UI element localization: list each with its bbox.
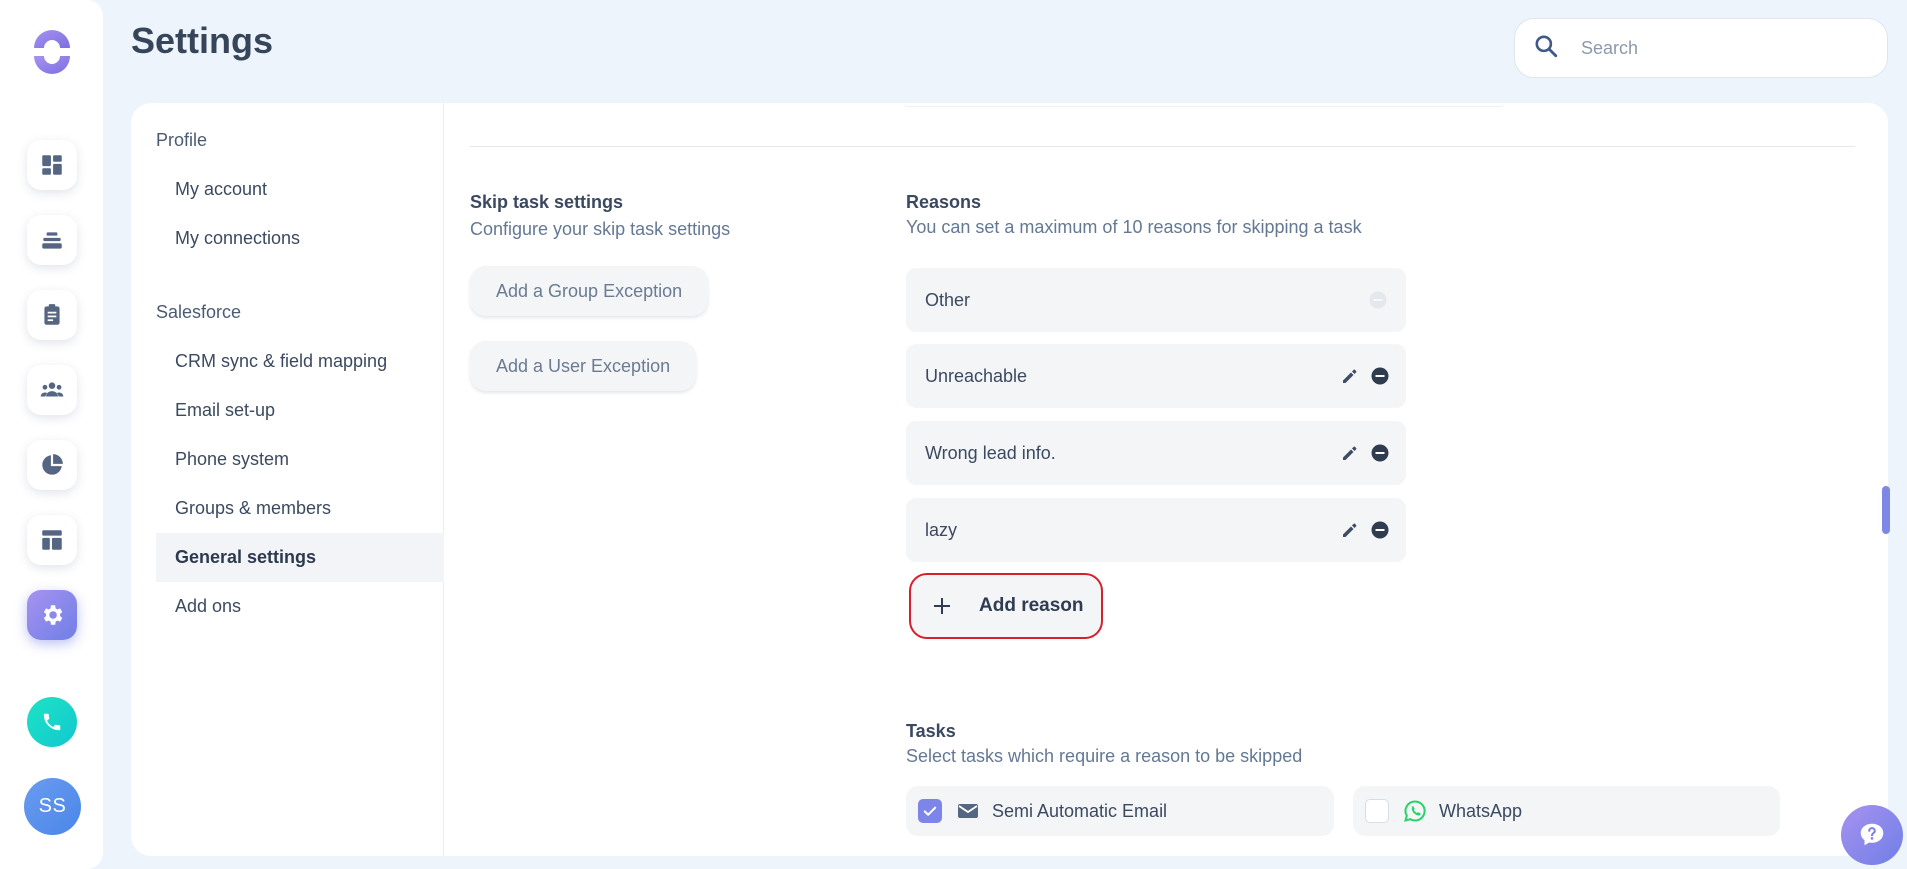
stack-icon[interactable] [27,215,77,265]
edit-icon[interactable] [1340,366,1360,386]
page-title: Settings [131,20,274,61]
reason-label: lazy [925,519,958,540]
reasons-title: Reasons [906,192,982,212]
help-icon [1860,823,1884,846]
search-icon [1533,33,1559,64]
settings-subnav: Profile My account My connections Salesf… [131,103,444,856]
remove-icon[interactable] [1370,443,1390,463]
skip-task-subtitle: Configure your skip task settings [470,219,731,239]
task-checkbox[interactable] [1365,799,1389,823]
scrollbar-thumb[interactable] [1882,486,1890,534]
add-user-exception-button[interactable]: Add a User Exception [470,341,697,391]
logo-icon[interactable] [28,28,76,76]
task-option-semi-automatic-email[interactable]: Semi Automatic Email [906,786,1334,836]
subnav-item-my-connections[interactable]: My connections [156,214,444,263]
add-reason-label: Add reason [979,595,1084,616]
remove-icon [1368,290,1388,310]
whatsapp-icon [1403,799,1427,823]
reason-row: Wrong lead info. [906,421,1406,485]
tasks-subtitle: Select tasks which require a reason to b… [906,746,1303,766]
remove-icon[interactable] [1370,520,1390,540]
subnav-item-general-settings[interactable]: General settings [156,533,444,582]
gear-icon[interactable] [27,590,77,640]
subnav-item-phone-system[interactable]: Phone system [156,435,444,484]
search-input[interactable] [1581,37,1841,59]
task-option-whatsapp[interactable]: WhatsApp [1353,786,1780,836]
reason-row: Other [906,268,1406,332]
collapsed-panel-edge [904,103,1504,107]
task-label: WhatsApp [1439,800,1523,821]
tasks-title: Tasks [906,721,956,741]
settings-card: Profile My account My connections Salesf… [131,103,1888,856]
section-divider [470,146,1855,147]
left-rail: SS [0,0,103,869]
reason-label: Wrong lead info. [925,442,1056,463]
subnav-group-profile: Profile [156,130,208,150]
remove-icon[interactable] [1370,366,1390,386]
task-checkbox[interactable] [918,799,942,823]
help-chat-button[interactable] [1841,805,1903,865]
reason-label: Unreachable [925,365,1028,386]
task-label: Semi Automatic Email [992,800,1168,821]
subnav-item-my-account[interactable]: My account [156,165,444,214]
avatar[interactable]: SS [24,778,81,835]
settings-content: Skip task settings Configure your skip t… [444,103,1888,856]
subnav-item-crm-sync[interactable]: CRM sync & field mapping [156,337,444,386]
add-reason-button[interactable]: Add reason [909,573,1103,639]
search-bar[interactable] [1514,18,1888,78]
dashboard-icon[interactable] [27,140,77,190]
plus-icon [931,595,953,617]
reason-row: lazy [906,498,1406,562]
pie-chart-icon[interactable] [27,440,77,490]
mail-icon [956,799,980,823]
reasons-subtitle: You can set a maximum of 10 reasons for … [906,217,1362,237]
reason-label: Other [925,289,971,310]
phone-icon[interactable] [27,697,77,747]
people-icon[interactable] [27,365,77,415]
subnav-item-groups-members[interactable]: Groups & members [156,484,444,533]
subnav-group-salesforce: Salesforce [156,302,242,322]
layout-icon[interactable] [27,515,77,565]
edit-icon[interactable] [1340,443,1360,463]
add-group-exception-button[interactable]: Add a Group Exception [470,266,709,316]
skip-task-title: Skip task settings [470,192,624,212]
clipboard-icon[interactable] [27,290,77,340]
subnav-item-add-ons[interactable]: Add ons [156,582,444,631]
subnav-item-email-setup[interactable]: Email set-up [156,386,444,435]
reason-row: Unreachable [906,344,1406,408]
edit-icon[interactable] [1340,520,1360,540]
